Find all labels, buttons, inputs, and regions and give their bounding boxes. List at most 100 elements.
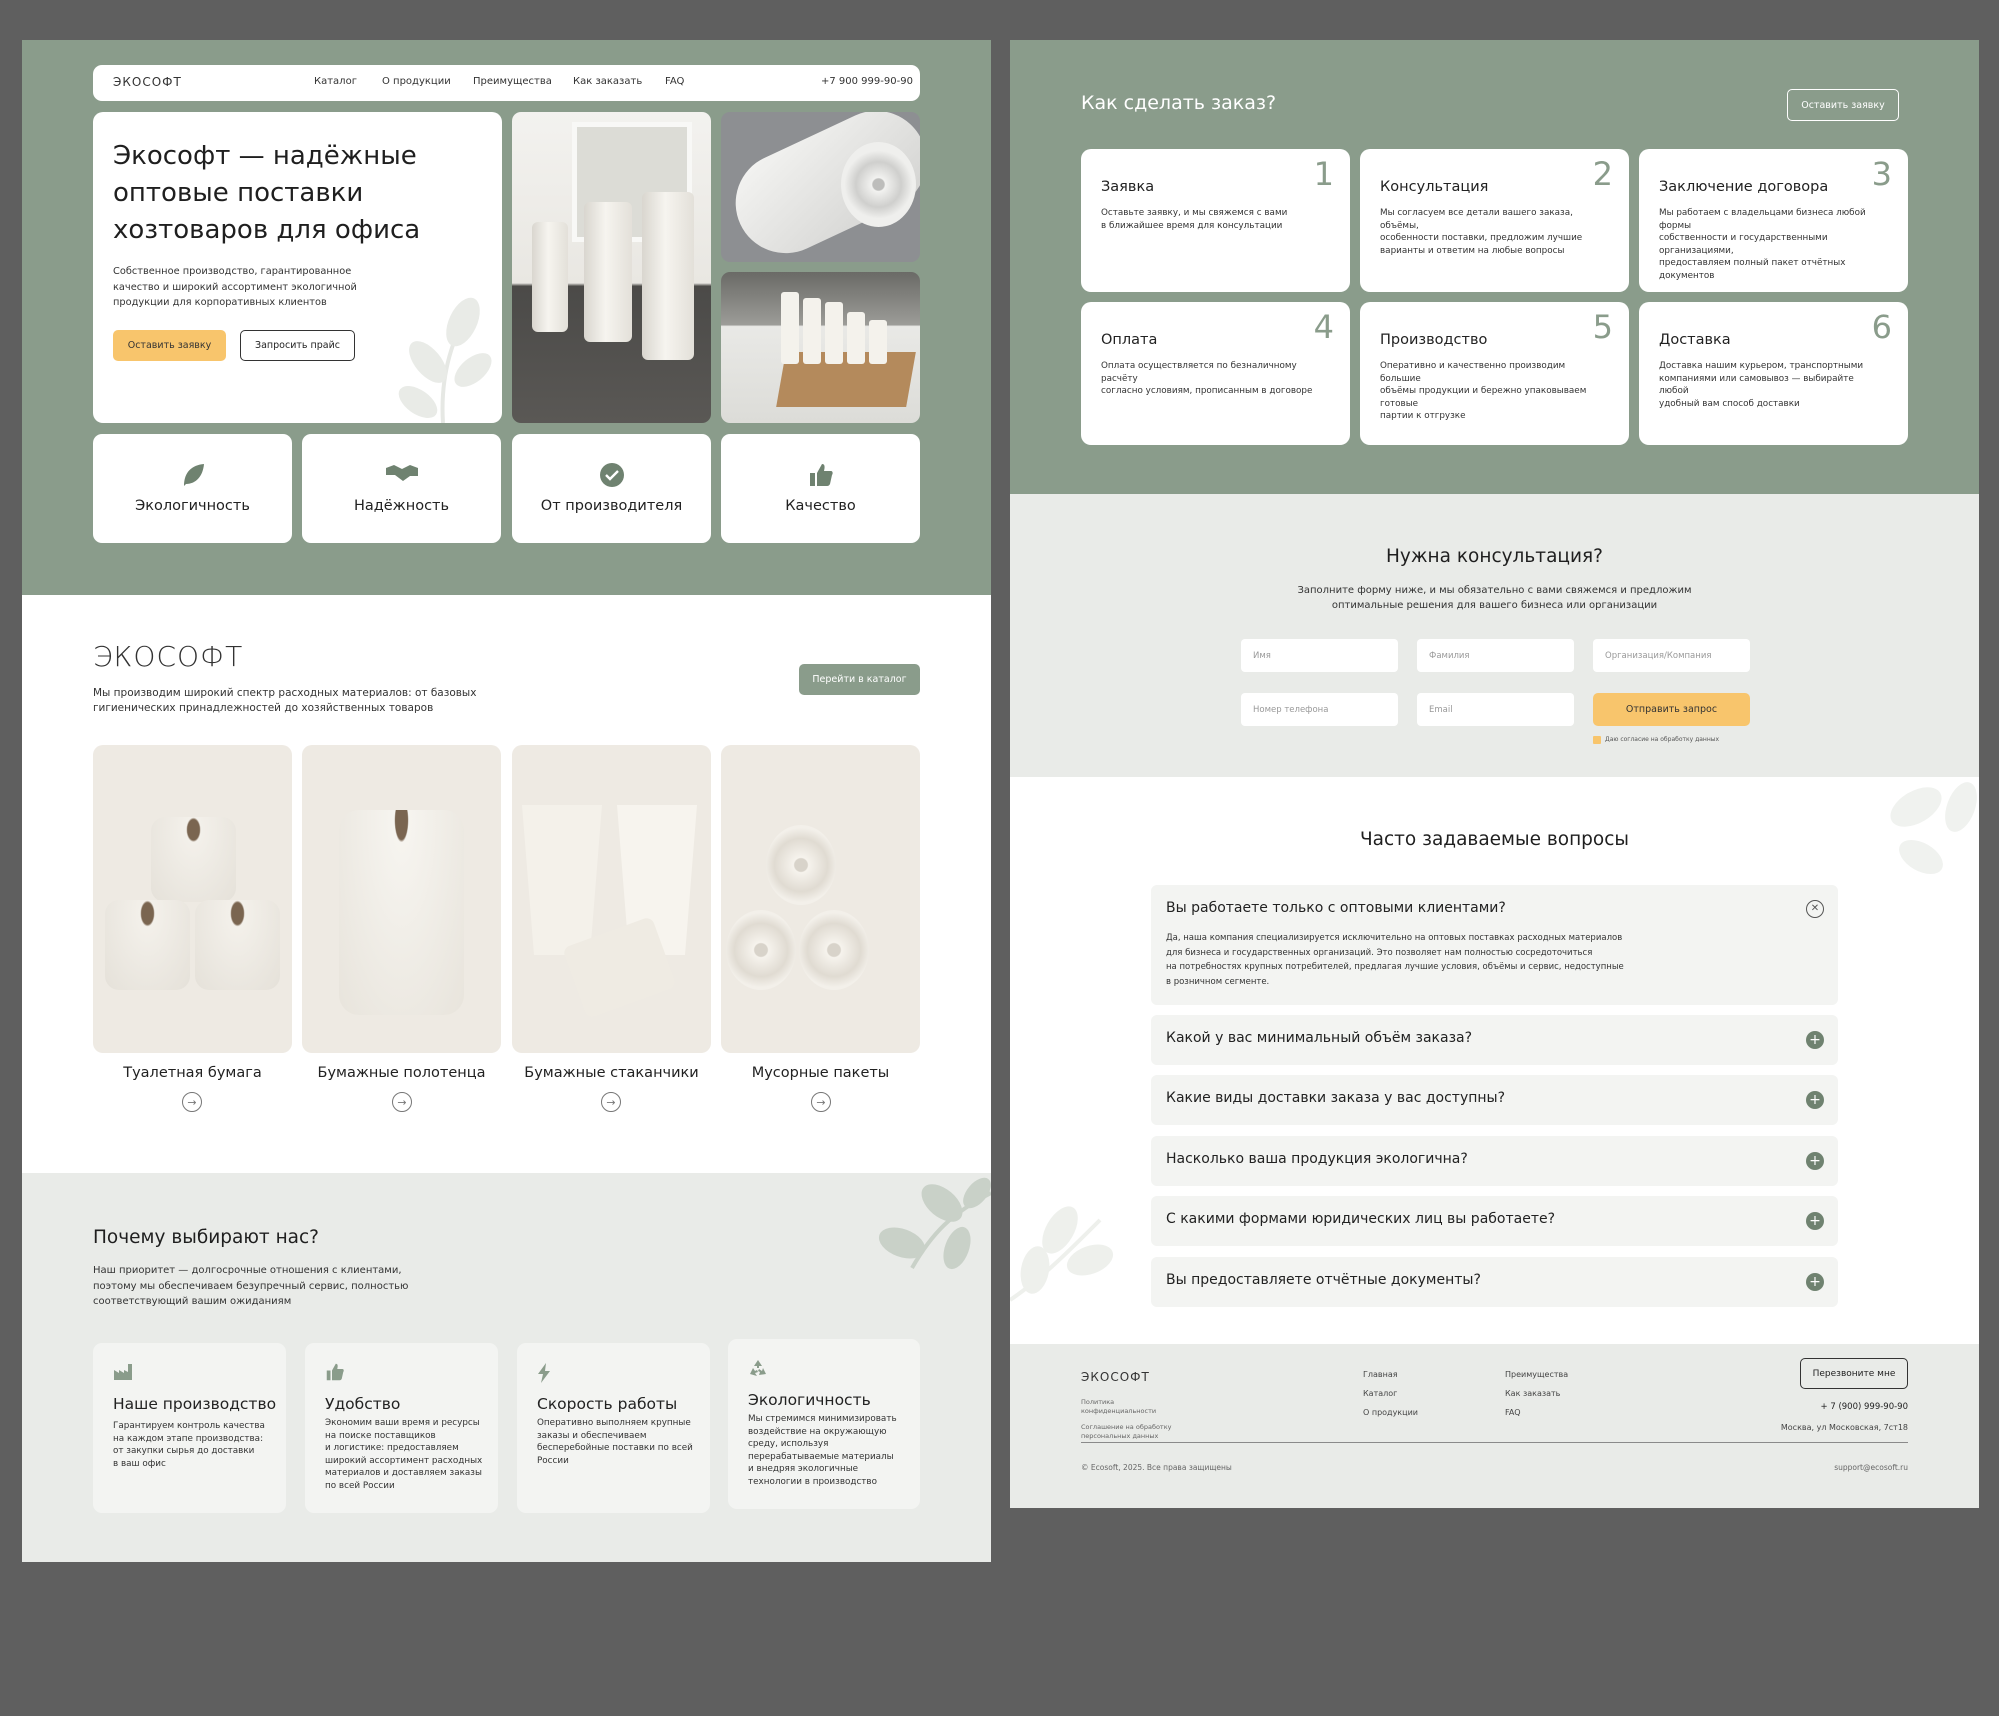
plus-icon[interactable]: +: [1806, 1091, 1824, 1109]
faq-question[interactable]: Вы работаете только с оптовыми клиентами…: [1166, 900, 1506, 916]
nav-link-how-to-order[interactable]: Как заказать: [573, 76, 642, 87]
feature-label: Качество: [785, 498, 856, 514]
footer-link-catalog[interactable]: Каталог: [1363, 1389, 1397, 1398]
recycle-icon: [750, 1360, 766, 1376]
product-card-toilet-paper[interactable]: [93, 745, 292, 1053]
nav-link-advantages[interactable]: Преимущества: [473, 76, 552, 87]
feature-reliability: Надёжность: [302, 434, 501, 543]
arrow-right-icon[interactable]: →: [182, 1092, 202, 1112]
order-title: Как сделать заказ?: [1081, 92, 1277, 114]
surname-input[interactable]: Фамилия: [1417, 639, 1574, 672]
nav-phone[interactable]: +7 900 999-90-90: [821, 76, 913, 87]
faq-item[interactable]: Вы предоставляете отчётные документы? +: [1151, 1257, 1838, 1307]
handshake-icon: [385, 465, 418, 481]
why-card-text: Экономим ваши время и ресурсы на поиске п…: [325, 1418, 483, 1491]
faq-question[interactable]: Какие виды доставки заказа у вас доступн…: [1166, 1090, 1505, 1106]
request-button[interactable]: Оставить заявку: [113, 330, 226, 361]
lightning-icon: [538, 1363, 550, 1383]
faq-item[interactable]: Какой у вас минимальный объём заказа? +: [1151, 1015, 1838, 1065]
footer-email[interactable]: support@ecosoft.ru: [1010, 1463, 1908, 1472]
step-card-2: 2 Консультация Мы согласуем все детали в…: [1360, 149, 1629, 292]
product-name[interactable]: Мусорные пакеты: [721, 1065, 920, 1081]
phone-input[interactable]: Номер телефона: [1241, 693, 1398, 726]
page-left: ЭКОСОФТ Каталог О продукции Преимущества…: [22, 40, 991, 1562]
faq-item[interactable]: Какие виды доставки заказа у вас доступн…: [1151, 1075, 1838, 1125]
step-card-6: 6 Доставка Доставка нашим курьером, тран…: [1639, 302, 1908, 445]
step-text: Оплата осуществляется по безналичному ра…: [1101, 361, 1313, 396]
order-request-button[interactable]: Оставить заявку: [1787, 89, 1899, 121]
step-title: Доставка: [1659, 332, 1731, 348]
footer-link-advantages[interactable]: Преимущества: [1505, 1370, 1568, 1379]
step-number: 5: [1592, 308, 1613, 346]
nav-link-about[interactable]: О продукции: [382, 76, 451, 87]
footer-phone[interactable]: + 7 (900) 999-90-90: [1010, 1402, 1908, 1412]
plus-icon[interactable]: +: [1806, 1031, 1824, 1049]
catalog-logo: ЭКОСОФТ: [93, 640, 244, 673]
step-title: Консультация: [1380, 179, 1489, 195]
arrow-right-icon[interactable]: →: [601, 1092, 621, 1112]
factory-icon: [114, 1364, 132, 1380]
faq-question[interactable]: Какой у вас минимальный объём заказа?: [1166, 1030, 1472, 1046]
feature-quality: Качество: [721, 434, 920, 543]
nav-logo[interactable]: ЭКОСОФТ: [113, 75, 182, 89]
footer-link-home[interactable]: Главная: [1363, 1370, 1398, 1379]
nav-link-catalog[interactable]: Каталог: [314, 76, 357, 87]
step-number: 4: [1313, 308, 1334, 346]
faq-item[interactable]: С какими формами юридических лиц вы рабо…: [1151, 1196, 1838, 1246]
feature-label: Надёжность: [353, 498, 450, 514]
footer-logo[interactable]: ЭКОСОФТ: [1081, 1370, 1150, 1384]
plus-icon[interactable]: +: [1806, 1152, 1824, 1170]
organization-input[interactable]: Организация/Компания: [1593, 639, 1750, 672]
step-number: 1: [1313, 155, 1334, 193]
why-card-title: Скорость работы: [537, 1395, 678, 1413]
product-name[interactable]: Бумажные полотенца: [302, 1065, 501, 1081]
faq-question[interactable]: С какими формами юридических лиц вы рабо…: [1166, 1211, 1555, 1227]
step-title: Производство: [1380, 332, 1488, 348]
why-card-text: Гарантируем контроль качества на каждом э…: [113, 1421, 265, 1469]
faq-question[interactable]: Вы предоставляете отчётные документы?: [1166, 1272, 1481, 1288]
footer-link-how-to-order[interactable]: Как заказать: [1505, 1389, 1560, 1398]
why-card-production: Наше производство Гарантируем контроль к…: [93, 1343, 286, 1513]
step-title: Заключение договора: [1659, 179, 1829, 195]
feature-label: От производителя: [540, 498, 683, 514]
step-card-1: 1 Заявка Оставьте заявку, и мы свяжемся …: [1081, 149, 1350, 292]
footer: ЭКОСОФТ Политика конфиденциальности Согла…: [1010, 1344, 1979, 1508]
why-card-title: Наше производство: [113, 1395, 277, 1413]
arrow-right-icon[interactable]: →: [392, 1092, 412, 1112]
product-card-paper-towels[interactable]: [302, 745, 501, 1053]
callback-button[interactable]: Перезвоните мне: [1800, 1358, 1908, 1389]
hero-section: ЭКОСОФТ Каталог О продукции Преимущества…: [22, 40, 991, 595]
footer-address: Москва, ул Московская, 7ст18: [1780, 1423, 1908, 1432]
faq-item-open[interactable]: Вы работаете только с оптовыми клиентами…: [1151, 885, 1838, 1005]
product-card-paper-cups[interactable]: [512, 745, 711, 1053]
paper-cups-photo: [721, 272, 920, 423]
submit-request-button[interactable]: Отправить запрос: [1593, 693, 1750, 726]
why-card-text: Оперативно выполняем крупные заказы и обе…: [537, 1418, 693, 1466]
product-name[interactable]: Туалетная бумага: [93, 1065, 292, 1081]
consult-title: Нужна консультация?: [1386, 546, 1603, 567]
consent-label: Даю согласие на обработку данных: [1605, 736, 1720, 743]
why-card-convenience: Удобство Экономим ваши время и ресурсы на…: [305, 1343, 498, 1513]
plus-icon[interactable]: +: [1806, 1273, 1824, 1291]
price-request-button[interactable]: Запросить прайс: [240, 330, 355, 361]
faq-answer: Да, наша компания специализируется исклю…: [1166, 933, 1624, 987]
check-circle-icon: [599, 463, 624, 487]
faq-item[interactable]: Насколько ваша продукция экологична? +: [1151, 1136, 1838, 1186]
garbage-bags-photo: [721, 112, 920, 262]
name-input[interactable]: Имя: [1241, 639, 1398, 672]
product-card-garbage-bags[interactable]: [721, 745, 920, 1053]
feature-manufacturer: От производителя: [512, 434, 711, 543]
why-description: Наш приоритет — долгосрочные отношения с…: [93, 1265, 409, 1307]
go-to-catalog-button[interactable]: Перейти в каталог: [799, 664, 920, 695]
faq-question[interactable]: Насколько ваша продукция экологична?: [1166, 1151, 1468, 1167]
close-icon[interactable]: ✕: [1806, 900, 1824, 918]
nav-link-faq[interactable]: FAQ: [665, 76, 684, 87]
product-name[interactable]: Бумажные стаканчики: [512, 1065, 711, 1081]
email-input[interactable]: Email: [1417, 693, 1574, 726]
hero-title: Экософт — надёжные оптовые поставки хозт…: [113, 141, 421, 245]
plus-icon[interactable]: +: [1806, 1212, 1824, 1230]
arrow-right-icon[interactable]: →: [811, 1092, 831, 1112]
consent-checkbox[interactable]: [1593, 736, 1601, 744]
footer-divider: [1081, 1442, 1908, 1443]
step-title: Заявка: [1101, 179, 1155, 195]
